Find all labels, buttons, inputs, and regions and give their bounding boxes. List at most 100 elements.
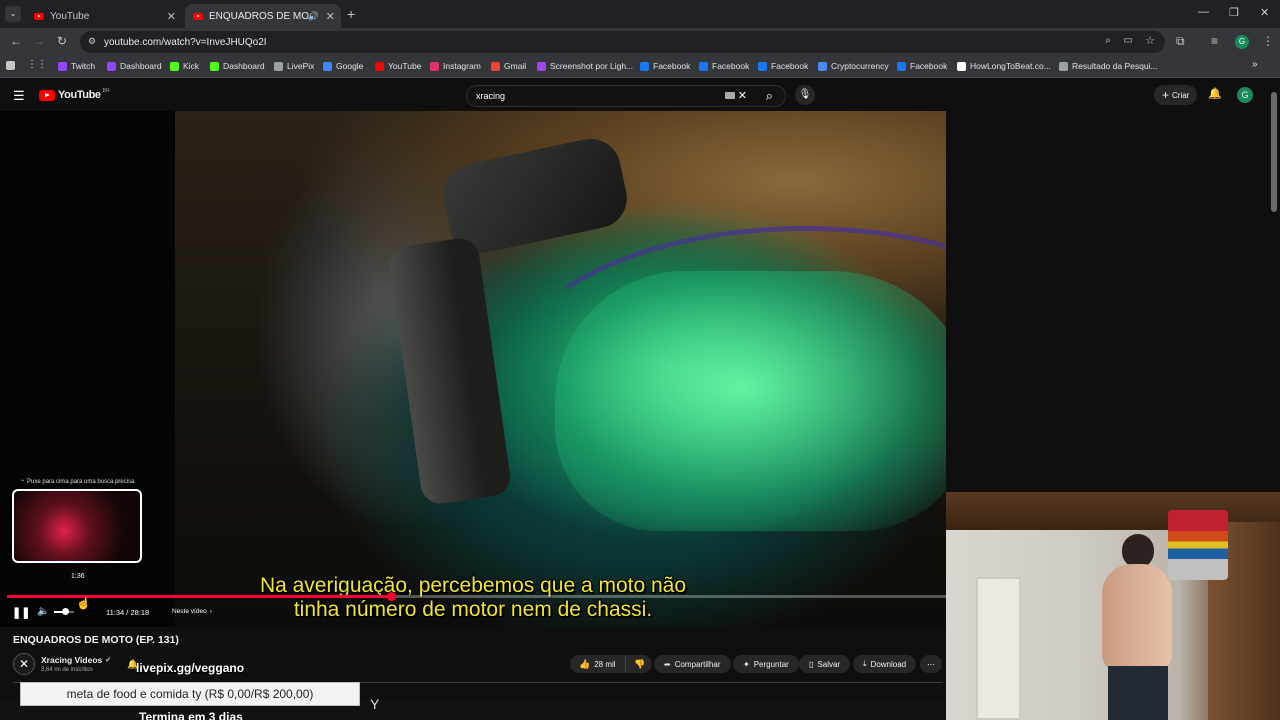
reload-icon[interactable]: ↻ [57,35,67,47]
create-button[interactable]: + Criar [1154,85,1198,105]
subtitle-line-2: tinha número de motor nem de chassi. [293,598,653,621]
browser-menu-icon[interactable]: ⋮ [1262,35,1274,47]
save-label: Salvar [817,659,841,669]
search-query: xracing [476,91,506,101]
bookmark-label: Facebook [771,61,809,71]
page-scrollbar[interactable] [1271,92,1277,212]
like-dislike-group: 👍 28 mil 👎 [570,655,652,673]
bookmark-label: Resultado da Pesqui... [1072,61,1158,71]
bookmark-label: Facebook [653,61,691,71]
bookmark-item[interactable]: YouTube [375,61,421,71]
tab-search-button[interactable]: ⌄ [5,6,21,22]
guide-menu-icon[interactable]: ☰ [13,88,25,104]
url-text: youtube.com/watch?v=InveJHUQo2I [104,36,267,48]
bookmark-item[interactable]: LivePix [274,61,314,71]
bookmark-item[interactable]: Twitch [58,61,95,71]
tab-youtube[interactable]: YouTube ✕ [26,4,182,28]
seek-hint-label: Puxe para cima para uma busca precisa [27,479,135,485]
bookmark-item[interactable]: HowLongToBeat.co... [957,61,1051,71]
bookmarks-overflow-icon[interactable]: » [1252,59,1258,70]
bookmark-item[interactable]: Screenshot por Ligh... [537,61,633,71]
bookmark-label: Gmail [504,61,527,71]
ask-button[interactable]: ✦ Perguntar [733,655,799,673]
volume-knob[interactable] [62,608,69,615]
bookmark-label: Google [336,61,364,71]
mouse-cursor-icon: ☝ [76,596,91,610]
keyboard-icon[interactable] [725,92,735,99]
voice-search-icon[interactable]: 🎙 [795,85,815,105]
back-icon[interactable]: ← [10,35,22,47]
download-icon: ⤓ [863,659,867,668]
profile-avatar[interactable]: G [1235,35,1249,49]
livepix-overlay-text: livepix.gg/veggano [136,661,245,675]
pause-icon[interactable]: ❚❚ [12,606,30,619]
bookmark-item[interactable]: Resultado da Pesqui... [1059,61,1158,71]
bookmark-favicon-icon [274,61,283,71]
like-count: 28 mil [594,659,616,669]
search-input[interactable]: xracing ✕ ⌕ [466,85,786,107]
chapter-button[interactable]: Neste vídeo › [172,608,212,615]
bookmark-star-icon[interactable]: ☆ [1145,34,1155,47]
bookmark-favicon-icon [210,61,219,71]
tab-video[interactable]: ENQUADROS DE MOTO (EP 🔊 ✕ [185,4,341,28]
more-actions-button[interactable]: ⋯ [920,655,942,673]
share-button[interactable]: ➦ Compartilhar [654,655,731,673]
save-button[interactable]: ▯ Salvar [799,655,851,673]
bookmark-item[interactable]: Cryptocurrency [818,61,889,71]
bookmark-item[interactable]: Facebook [897,61,947,71]
forward-icon[interactable]: → [33,35,45,47]
taskbar-app-icon[interactable]: Y [370,696,379,712]
bookmark-item[interactable]: Dashboard [210,61,265,71]
bookmark-item[interactable]: Facebook [640,61,690,71]
channel-name[interactable]: Xracing Videos ✔ [41,655,111,665]
volume-icon[interactable]: 🔈 [37,606,49,617]
seek-preview-thumbnail [12,489,142,563]
bookmark-item[interactable]: Google [323,61,363,71]
account-avatar[interactable]: G [1237,87,1253,103]
restore-icon[interactable]: ❐ [1229,6,1239,19]
country-code: BR [102,88,110,94]
progress-scrubber[interactable] [387,592,396,601]
bookmark-item[interactable]: Instagram [430,61,481,71]
download-button[interactable]: ⤓ Download [853,655,917,673]
bookmark-label: HowLongToBeat.co... [970,61,1051,71]
search-icon[interactable]: ⌕ [766,88,773,104]
audio-playing-icon[interactable]: 🔊 [308,11,319,22]
notifications-bell-icon[interactable]: 🔔 [1208,87,1222,100]
zoom-icon[interactable]: ⌕ [1105,35,1111,46]
bookmark-favicon-icon [323,61,332,71]
bookmark-label: Facebook [910,61,948,71]
channel-avatar[interactable]: ✕ [13,653,35,675]
bookmark-favicon-icon [107,61,116,71]
bookmark-label: Screenshot por Ligh... [550,61,634,71]
verified-icon: ✔ [105,657,112,664]
apps-grid-icon[interactable]: ⋮⋮ [27,59,47,70]
bookmark-item[interactable]: Facebook [699,61,749,71]
minimize-icon[interactable]: — [1198,6,1209,18]
close-window-icon[interactable]: ✕ [1260,6,1269,19]
extensions-icon[interactable]: ⧉ [1176,35,1185,47]
create-label: Criar [1172,90,1190,100]
bookmark-label: Twitch [71,61,96,71]
close-tab-icon[interactable]: ✕ [167,10,176,23]
bookmark-item[interactable]: Dashboard [107,61,162,71]
browser-toolbar: ← → ↻ ⚙ youtube.com/watch?v=InveJHUQo2I … [0,28,1280,56]
clear-search-icon[interactable]: ✕ [738,89,747,102]
address-bar[interactable]: ⚙ youtube.com/watch?v=InveJHUQo2I ⌕ ▭ ☆ [80,31,1165,53]
site-info-icon[interactable]: ⚙ [88,36,96,47]
bookmark-item[interactable]: Facebook [758,61,808,71]
close-tab-icon[interactable]: ✕ [326,10,335,23]
like-button[interactable]: 👍 28 mil [570,655,626,673]
bookmark-favicon-icon [430,61,439,71]
bookmark-favicon-icon [957,61,966,71]
dislike-button[interactable]: 👎 [626,659,645,670]
new-tab-button[interactable]: + [347,6,355,22]
chapter-label: Neste vídeo [172,608,207,615]
bookmark-favicon-icon [491,61,500,71]
bookmark-item[interactable]: Gmail [491,61,526,71]
tab-media-icon[interactable]: ≡ [1211,35,1218,47]
bookmark-item[interactable]: Kick [170,61,199,71]
youtube-logo[interactable]: YouTube BR [39,88,110,101]
bookmark-folder-icon[interactable] [6,61,19,70]
cast-icon[interactable]: ▭ [1124,35,1133,46]
